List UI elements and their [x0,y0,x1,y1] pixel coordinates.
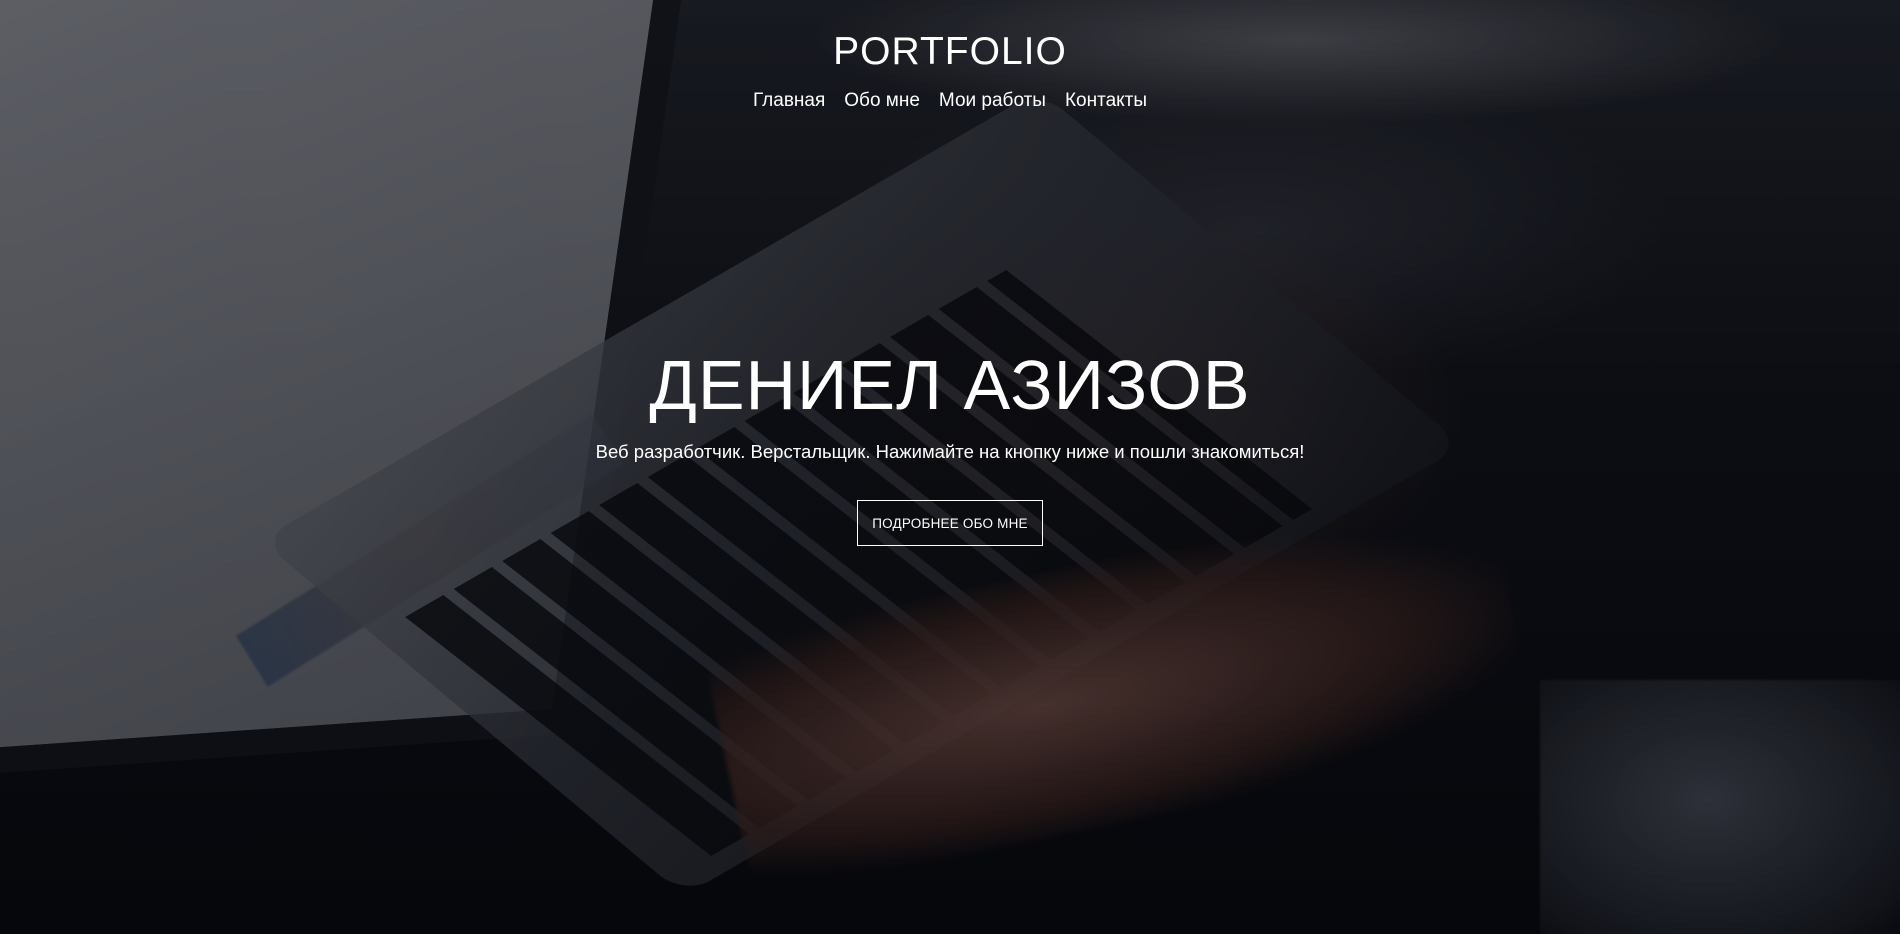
about-me-button[interactable]: ПОДРОБНЕЕ ОБО МНЕ [857,500,1043,546]
nav-link-works[interactable]: Мои работы [939,88,1046,114]
site-logo[interactable]: PORTFOLIO [0,28,1900,76]
nav-link-contacts[interactable]: Контакты [1065,88,1147,114]
main-nav: Главная Обо мне Мои работы Контакты [0,88,1900,114]
hero-tagline: Веб разработчик. Верстальщик. Нажимайте … [595,441,1305,462]
hero-content: ДЕНИЕЛ АЗИЗОВ Веб разработчик. Верстальщ… [0,340,1900,546]
hero-section: PORTFOLIO Главная Обо мне Мои работы Кон… [0,0,1900,934]
hero-name: ДЕНИЕЛ АЗИЗОВ [649,346,1251,424]
nav-link-about[interactable]: Обо мне [844,88,920,114]
nav-link-home[interactable]: Главная [753,88,825,114]
